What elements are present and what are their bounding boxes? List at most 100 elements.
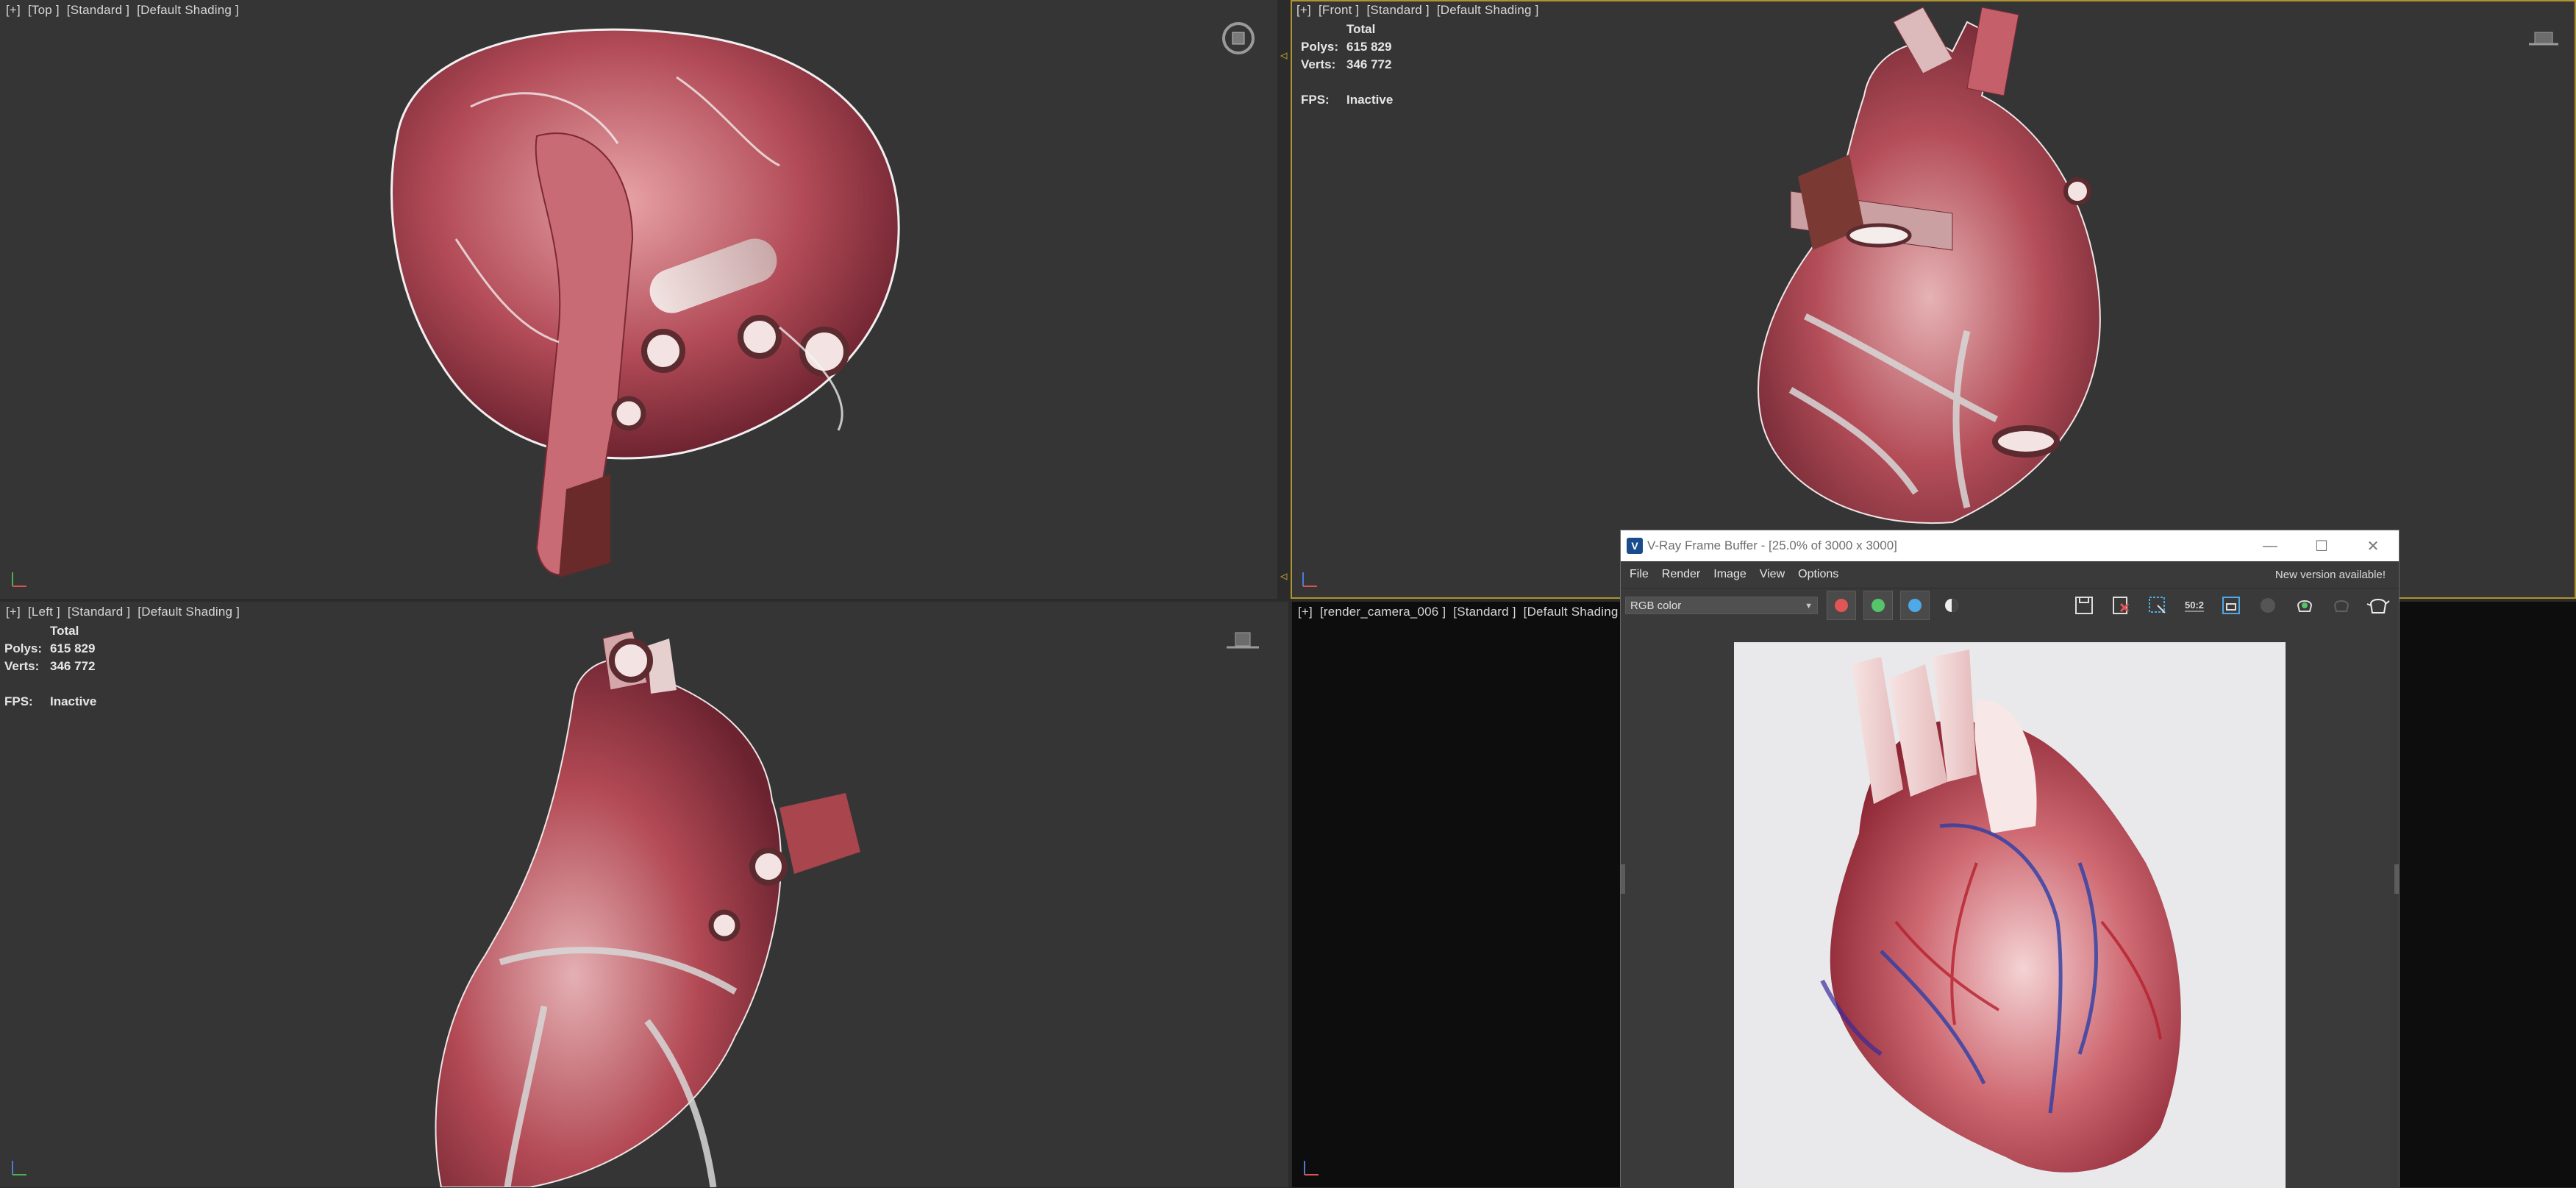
menu-view[interactable]: View [1760, 568, 1785, 581]
stop-interactive-button[interactable] [2327, 591, 2356, 620]
render-interactive-button[interactable] [2290, 591, 2319, 620]
render-teapot-icon [2297, 600, 2313, 612]
viewport-label[interactable]: [+] [Front ] [Standard ] [Default Shading ] [1296, 3, 1546, 18]
viewport-menu-plus[interactable]: [+] [1298, 605, 1313, 619]
viewport-menu-plus[interactable]: [+] [1296, 3, 1311, 17]
time-slider-marker-icon [1280, 52, 1288, 60]
zoom-badge-text: 50:2 [2185, 600, 2204, 611]
viewcube-icon[interactable] [1225, 622, 1260, 658]
viewport-top[interactable]: [+] [Top ] [Standard ] [Default Shading ] [0, 0, 1277, 599]
fps-label: FPS: [1301, 93, 1330, 107]
verts-label: Verts: [4, 659, 40, 673]
viewport-divider[interactable] [1277, 0, 1291, 602]
viewcube-icon[interactable] [1221, 21, 1256, 56]
viewport-standard[interactable]: [Standard ] [1453, 605, 1516, 619]
zoom-50-button[interactable]: 50:2 [2180, 591, 2209, 620]
vfb-render-area[interactable] [1621, 622, 2399, 1188]
menu-options[interactable]: Options [1798, 568, 1838, 581]
stop-render-icon [2261, 598, 2275, 613]
fps-value: Inactive [1346, 93, 1394, 107]
rendered-heart [1820, 650, 2181, 1173]
viewport-shading[interactable]: [Default Shading ] [137, 3, 239, 17]
polys-label: Polys: [1301, 40, 1339, 54]
stats-total-header: Total [1346, 22, 1376, 36]
polys-value: 615 829 [1346, 40, 1392, 54]
stats-total-header: Total [50, 624, 79, 638]
green-dot-icon [1872, 599, 1885, 612]
stop-render-button[interactable] [2253, 591, 2283, 620]
viewport-view-name[interactable]: [Top ] [28, 3, 60, 17]
axis-tripod-icon [12, 572, 26, 587]
menu-file[interactable]: File [1630, 568, 1649, 581]
save-icon [2075, 597, 2093, 614]
right-panel-handle[interactable] [2394, 864, 2399, 894]
verts-value: 346 772 [50, 659, 96, 673]
axis-tripod-icon [12, 1161, 26, 1175]
viewport-standard[interactable]: [Standard ] [1366, 3, 1429, 17]
fps-label: FPS: [4, 694, 33, 708]
time-slider-marker-icon [1280, 573, 1288, 580]
viewport-menu-plus[interactable]: [+] [6, 605, 21, 619]
rendered-image[interactable] [1734, 642, 2286, 1188]
viewport-view-name[interactable]: [Front ] [1319, 3, 1359, 17]
menu-render[interactable]: Render [1662, 568, 1700, 581]
polys-value: 615 829 [50, 641, 96, 655]
heart-model-top[interactable] [368, 18, 927, 592]
region-select-button[interactable] [2143, 591, 2172, 620]
viewport-standard[interactable]: [Standard ] [68, 605, 130, 619]
verts-value: 346 772 [1346, 57, 1392, 71]
zoom-50-icon: 50:2 [2185, 600, 2204, 612]
axis-tripod-icon [1304, 1161, 1319, 1175]
new-version-notice[interactable]: New version available! [2275, 569, 2386, 581]
viewport-shading[interactable]: [Default Shading ] [1437, 3, 1539, 17]
blue-channel-toggle[interactable] [1900, 591, 1930, 620]
viewport-front[interactable]: [+] [Front ] [Standard ] [Default Shading ]… [1291, 0, 2576, 599]
region-select-icon [2149, 597, 2166, 613]
heart-model-front[interactable] [1732, 7, 2144, 537]
channel-dropdown[interactable]: RGB color ▼ [1625, 597, 1818, 614]
viewport-label[interactable]: [+] [Top ] [Standard ] [Default Shading ] [6, 3, 246, 18]
contrast-icon [1945, 599, 1958, 612]
red-channel-toggle[interactable] [1827, 591, 1856, 620]
viewport-left[interactable]: [+] [Left ] [Standard ] [Default Shading ] … [0, 602, 1288, 1187]
left-panel-handle[interactable] [1621, 864, 1625, 894]
viewport-standard[interactable]: [Standard ] [67, 3, 129, 17]
channel-selected-value: RGB color [1630, 600, 1682, 612]
scene-statistics: Total Polys: 615 829 Verts: 346 772 FPS: In… [4, 622, 96, 711]
viewport-view-name[interactable]: [render_camera_006 ] [1320, 605, 1446, 619]
render-region-button[interactable] [2216, 591, 2246, 620]
clear-image-button[interactable] [2106, 591, 2136, 620]
verts-label: Verts: [1301, 57, 1336, 71]
viewport-view-name[interactable]: [Left ] [28, 605, 60, 619]
vray-frame-buffer-window[interactable]: V V-Ray Frame Buffer - [25.0% of 3000 x … [1620, 530, 2400, 1188]
polys-label: Polys: [4, 641, 43, 655]
heart-model-left[interactable] [427, 624, 882, 1187]
maximize-button[interactable]: ☐ [2296, 530, 2347, 561]
vfb-title: V-Ray Frame Buffer - [25.0% of 3000 x 30… [1647, 538, 1897, 552]
viewport-menu-plus[interactable]: [+] [6, 3, 21, 17]
viewport-shading[interactable]: [Default Shading ] [138, 605, 240, 619]
axis-tripod-icon [1302, 572, 1317, 587]
fps-value: Inactive [50, 694, 97, 708]
render-button[interactable] [2363, 591, 2393, 620]
viewport-label[interactable]: [+] [render_camera_006 ] [Standard ] [Defau… [1298, 605, 1633, 619]
green-channel-toggle[interactable] [1863, 591, 1893, 620]
close-button[interactable]: ✕ [2347, 530, 2399, 561]
vfb-toolbar: RGB color ▼ 50:2 [1621, 588, 2399, 622]
clear-image-icon [2113, 597, 2130, 614]
viewcube-icon[interactable] [2526, 21, 2561, 56]
save-image-button[interactable] [2069, 591, 2099, 620]
minimize-button[interactable]: — [2244, 530, 2296, 561]
render-region-icon [2222, 597, 2240, 614]
mono-mode-button[interactable] [1937, 591, 1966, 620]
vfb-titlebar[interactable]: V V-Ray Frame Buffer - [25.0% of 3000 x … [1621, 530, 2399, 561]
scene-statistics: Total Polys: 615 829 Verts: 346 772 FPS: In… [1301, 21, 1393, 109]
chevron-down-icon: ▼ [1805, 602, 1813, 611]
menu-image[interactable]: Image [1713, 568, 1746, 581]
red-dot-icon [1835, 599, 1848, 612]
viewport-shading[interactable]: [Default Shading ] [1524, 605, 1626, 619]
viewport-label[interactable]: [+] [Left ] [Standard ] [Default Shading ] [6, 605, 247, 619]
vfb-menubar: File Render Image View Options New versi… [1621, 561, 2399, 588]
vray-logo-icon: V [1627, 538, 1643, 554]
blue-dot-icon [1908, 599, 1922, 612]
